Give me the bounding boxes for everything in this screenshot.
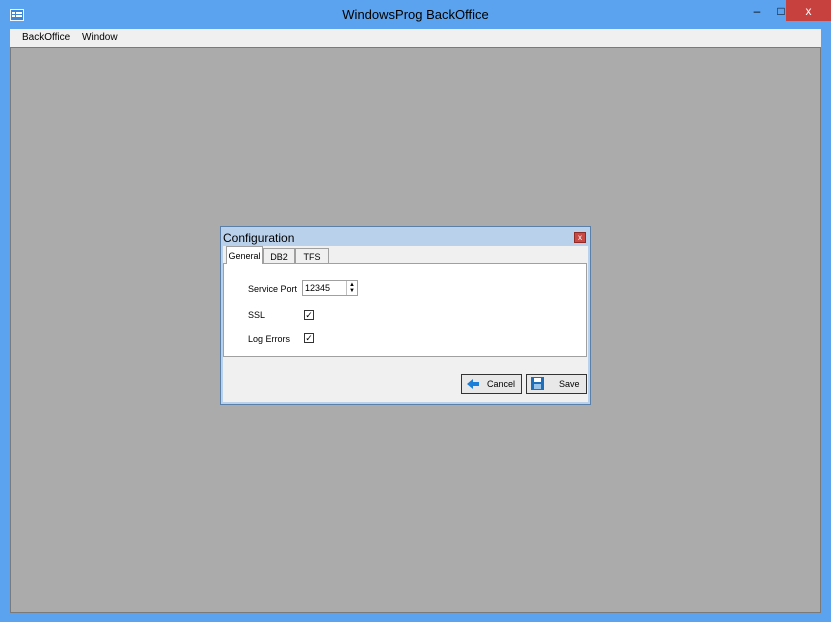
- cancel-label: Cancel: [487, 379, 516, 389]
- ssl-checkbox[interactable]: ✓: [304, 310, 314, 320]
- save-label: Save: [559, 379, 580, 389]
- app-window: WindowsProg BackOffice – □ x BackOffice …: [0, 0, 831, 622]
- tab-db2[interactable]: DB2: [263, 248, 295, 264]
- close-button[interactable]: x: [786, 0, 831, 21]
- dialog-body: General DB2 TFS Service Port 12345 ▲ ▼ S…: [223, 246, 588, 402]
- menu-window[interactable]: Window: [82, 32, 118, 43]
- log-errors-checkbox[interactable]: ✓: [304, 333, 314, 343]
- tab-general[interactable]: General: [226, 246, 263, 264]
- log-errors-label: Log Errors: [248, 334, 291, 344]
- port-spinner[interactable]: ▲ ▼: [346, 281, 357, 295]
- spin-down-icon[interactable]: ▼: [349, 288, 355, 294]
- window-title: WindowsProg BackOffice: [342, 7, 489, 22]
- tab-tfs[interactable]: TFS: [295, 248, 329, 264]
- back-arrow-icon: [467, 379, 479, 389]
- dialog-title: Configuration: [223, 231, 295, 245]
- title-bar[interactable]: WindowsProg BackOffice – □ x: [0, 0, 831, 30]
- general-tab-panel: Service Port 12345 ▲ ▼ SSL ✓ Log Errors …: [223, 263, 587, 357]
- service-port-value: 12345: [305, 283, 331, 293]
- menu-backoffice[interactable]: BackOffice: [22, 32, 70, 43]
- service-port-label: Service Port: [248, 284, 298, 294]
- service-port-input[interactable]: 12345 ▲ ▼: [302, 280, 358, 296]
- ssl-label: SSL: [248, 310, 266, 320]
- dialog-close-button[interactable]: x: [574, 232, 586, 243]
- cancel-button[interactable]: Cancel: [461, 374, 522, 394]
- configuration-dialog: Configuration x General DB2 TFS Service …: [220, 226, 591, 405]
- menu-bar: BackOffice Window: [10, 29, 821, 48]
- minimize-button[interactable]: –: [744, 0, 770, 21]
- save-button[interactable]: Save: [526, 374, 587, 394]
- floppy-disk-icon: [531, 377, 544, 390]
